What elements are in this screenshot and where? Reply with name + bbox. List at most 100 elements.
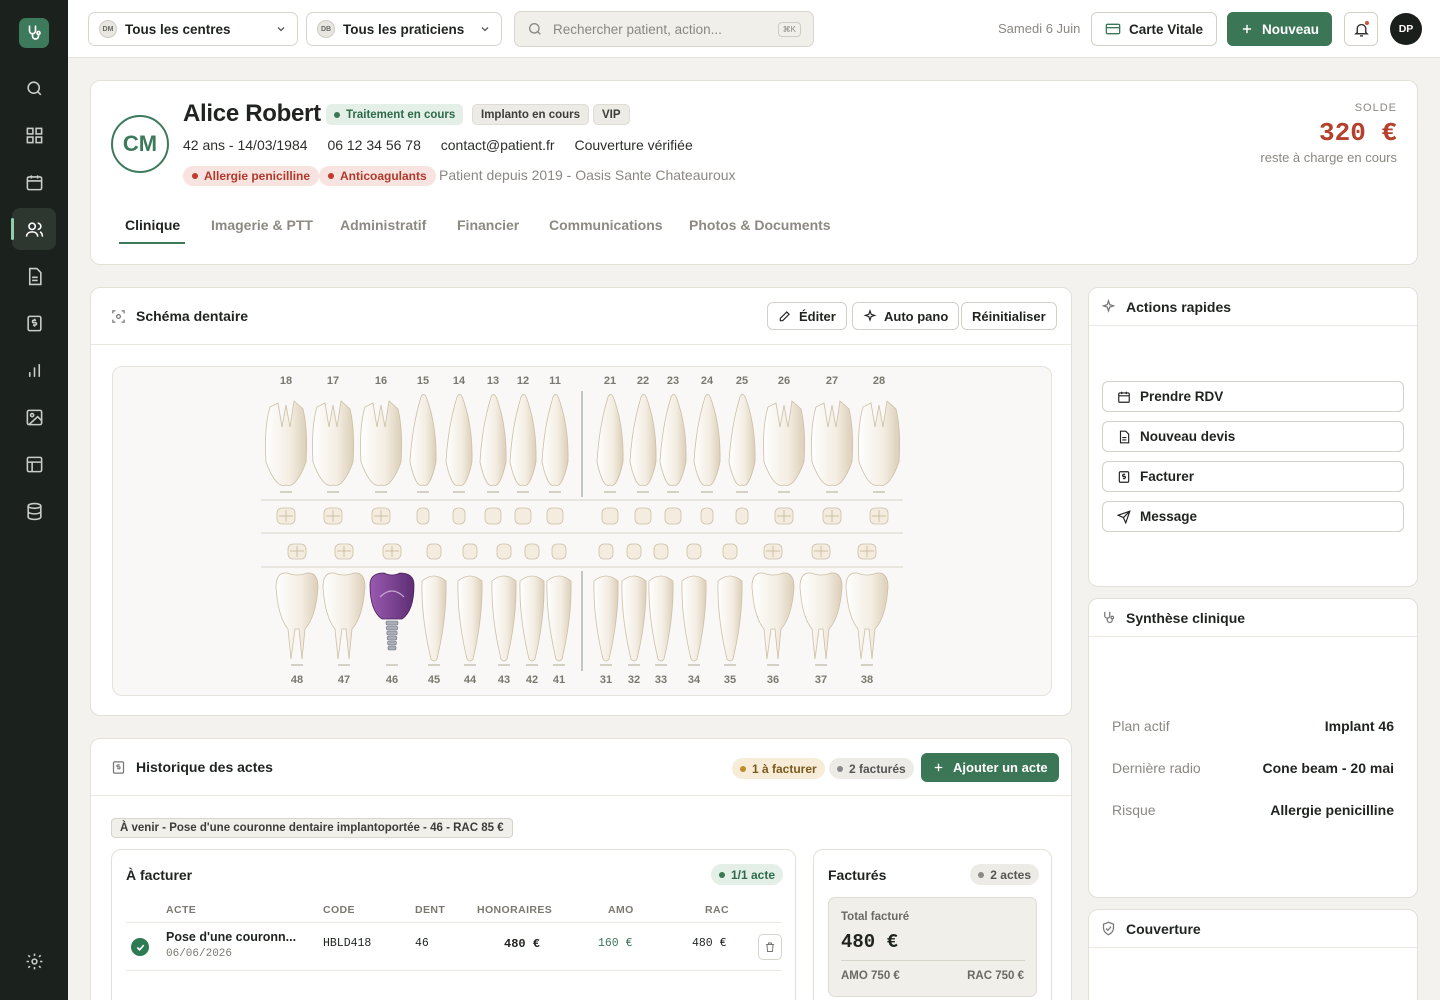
to-bill-panel: À facturer 1/1 acte ACTE CODE DENT HONOR… — [111, 849, 796, 1000]
quick-action-label: Message — [1140, 509, 1198, 524]
tooth-number[interactable]: 43 — [498, 674, 510, 686]
tooth-number[interactable]: 15 — [417, 375, 429, 387]
tooth-35 — [717, 575, 743, 662]
user-avatar[interactable]: DP — [1390, 13, 1422, 45]
tooth-number[interactable]: 35 — [724, 674, 736, 686]
patient-phone[interactable]: 06 12 34 56 78 — [327, 137, 420, 153]
tooth-number[interactable]: 16 — [375, 375, 387, 387]
col-rac: RAC — [705, 904, 729, 916]
nav-table-icon[interactable] — [12, 443, 56, 485]
tooth-number[interactable]: 11 — [549, 375, 561, 387]
quick-action-devis[interactable]: Nouveau devis — [1102, 421, 1404, 452]
tab-administratif[interactable]: Administratif — [340, 217, 426, 233]
notifications-button[interactable] — [1344, 12, 1378, 46]
tooth-number[interactable]: 17 — [327, 375, 339, 387]
new-button[interactable]: Nouveau — [1227, 12, 1333, 46]
tooth-number[interactable]: 12 — [517, 375, 529, 387]
to-bill-count: 1/1 acte — [710, 864, 783, 885]
tooth-number[interactable]: 21 — [604, 375, 616, 387]
summary-value: Implant 46 — [1324, 718, 1394, 734]
tab-photos-documents[interactable]: Photos & Documents — [689, 217, 831, 233]
tooth-number[interactable]: 45 — [428, 674, 440, 686]
tooth-number[interactable]: 38 — [861, 674, 873, 686]
patient-email[interactable]: contact@patient.fr — [441, 137, 555, 153]
tooth-number[interactable]: 14 — [453, 375, 465, 387]
nav-calendar-icon[interactable] — [12, 161, 56, 203]
tooth-number[interactable]: 23 — [667, 375, 679, 387]
tooth-21 — [596, 394, 624, 486]
tooth-number[interactable]: 37 — [815, 674, 827, 686]
tooth-number[interactable]: 47 — [338, 674, 350, 686]
carte-vitale-button[interactable]: Carte Vitale — [1091, 12, 1218, 46]
nav-search-icon[interactable] — [12, 67, 56, 109]
nav-documents-icon[interactable] — [12, 255, 56, 297]
auto-pano-button[interactable]: Auto pano — [852, 302, 960, 330]
search-input[interactable]: Rechercher patient, action... ⌘K — [514, 11, 814, 47]
quick-action-rdv[interactable]: Prendre RDV — [1102, 381, 1404, 412]
tooth-number[interactable]: 41 — [553, 674, 565, 686]
trash-icon[interactable] — [758, 934, 782, 960]
implant-thread — [386, 625, 398, 631]
tooth-number[interactable]: 26 — [778, 375, 790, 387]
col-amo: AMO — [608, 904, 634, 916]
add-act-button[interactable]: Ajouter un acte — [921, 753, 1059, 782]
implant-thread — [386, 630, 398, 636]
tooth-number[interactable]: 18 — [280, 375, 292, 387]
centers-dropdown-label: Tous les centres — [125, 21, 231, 37]
tooth-number[interactable]: 13 — [487, 375, 499, 387]
tooth-number[interactable]: 42 — [526, 674, 538, 686]
tag-label: VIP — [602, 108, 621, 121]
act-code: HBLD418 — [323, 937, 372, 950]
tooth-number[interactable]: 25 — [736, 375, 748, 387]
app-logo-icon[interactable] — [19, 18, 49, 48]
tooth-15 — [409, 394, 437, 486]
tooth-number[interactable]: 32 — [628, 674, 640, 686]
summary-key: Dernière radio — [1112, 760, 1201, 776]
tab-communications[interactable]: Communications — [549, 217, 663, 233]
occlusal-lower-35 — [722, 543, 738, 560]
edit-button[interactable]: Éditer — [767, 302, 847, 330]
tooth-number[interactable]: 22 — [637, 375, 649, 387]
patient-age-dob: 42 ans - 14/03/1984 — [183, 137, 308, 153]
nav-dashboard-icon[interactable] — [12, 114, 56, 156]
occlusal-upper-23 — [664, 507, 682, 525]
tooth-16 — [360, 400, 402, 486]
tab-imagerie[interactable]: Imagerie & PTT — [211, 217, 313, 233]
tooth-number[interactable]: 31 — [600, 674, 612, 686]
nav-settings-icon[interactable] — [12, 940, 56, 982]
centers-dropdown[interactable]: DM Tous les centres — [88, 12, 298, 46]
quick-action-facturer[interactable]: Facturer — [1102, 461, 1404, 492]
coverage-header: Couverture — [1089, 910, 1417, 948]
implant-crown-46 — [369, 572, 415, 620]
tooth-number[interactable]: 33 — [655, 674, 667, 686]
status-tag-vip: VIP — [593, 104, 630, 125]
tooth-number[interactable]: 24 — [701, 375, 713, 387]
tooth-23 — [659, 394, 687, 486]
summary-row: Plan actif Implant 46 — [1112, 718, 1394, 734]
reset-button[interactable]: Réinitialiser — [961, 302, 1057, 330]
tooth-number[interactable]: 44 — [464, 674, 476, 686]
occlusal-lower-43 — [496, 543, 512, 560]
tooth-number[interactable]: 48 — [291, 674, 303, 686]
tooth-number[interactable]: 46 — [386, 674, 398, 686]
tooth-number[interactable]: 27 — [826, 375, 838, 387]
nav-patients-icon[interactable] — [11, 208, 56, 250]
tab-clinique[interactable]: Clinique — [125, 217, 180, 233]
tooth-number[interactable]: 34 — [688, 674, 700, 686]
tooth-13 — [479, 394, 507, 486]
tooth-number[interactable]: 36 — [767, 674, 779, 686]
new-button-label: Nouveau — [1262, 21, 1320, 37]
to-bill-title: À facturer — [126, 867, 193, 883]
tab-financier[interactable]: Financier — [457, 217, 519, 233]
nav-images-icon[interactable] — [12, 396, 56, 438]
nav-stats-icon[interactable] — [12, 349, 56, 391]
practitioners-dropdown[interactable]: DB Tous les praticiens — [306, 12, 502, 46]
nav-billing-icon[interactable] — [12, 302, 56, 344]
search-shortcut: ⌘K — [777, 21, 801, 37]
tooth-number[interactable]: 28 — [873, 375, 885, 387]
tooth-45 — [421, 575, 447, 662]
nav-database-icon[interactable] — [12, 490, 56, 532]
quick-action-message[interactable]: Message — [1102, 501, 1404, 532]
quick-actions-header: Actions rapides — [1089, 288, 1417, 326]
summary-key: Risque — [1112, 802, 1156, 818]
